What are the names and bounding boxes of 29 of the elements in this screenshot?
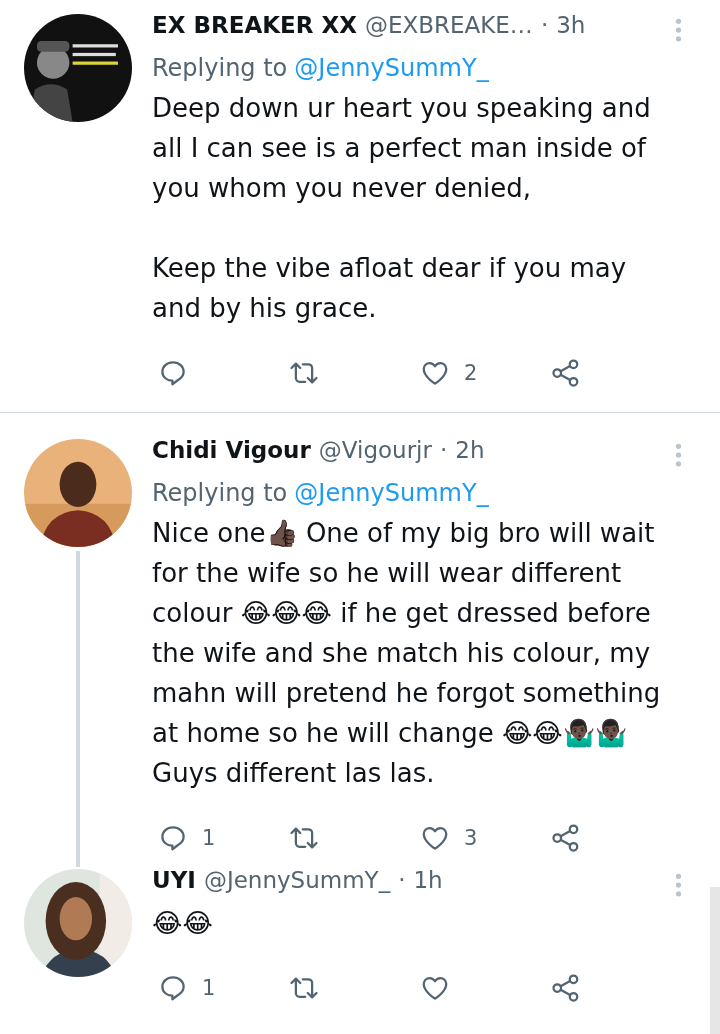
user-name[interactable]: EX BREAKER XX — [152, 12, 357, 38]
user-name[interactable]: UYI — [152, 867, 196, 893]
scrollbar[interactable] — [710, 887, 720, 1034]
tweet-text: Deep down ur heart you speaking and all I can see is a perfect man inside of you whom you never denied, — [152, 92, 652, 205]
share-icon[interactable] — [551, 973, 581, 1003]
share-icon[interactable] — [551, 358, 581, 388]
tweet-text: 😂😂 — [152, 907, 214, 940]
user-name[interactable]: Chidi Vigour — [152, 437, 311, 463]
replying-label: Replying to — [152, 53, 288, 84]
timestamp[interactable]: 2h — [455, 437, 485, 463]
reply-icon[interactable] — [158, 823, 188, 853]
like-count: 2 — [464, 361, 478, 385]
reply-icon[interactable] — [158, 358, 188, 388]
user-handle[interactable]: @EXBREAKE… — [364, 12, 533, 38]
separator-dot: · — [439, 437, 448, 463]
reply-count: 1 — [202, 826, 216, 850]
share-icon[interactable] — [551, 823, 581, 853]
reply-count: 1 — [202, 976, 216, 1000]
separator-dot: · — [540, 12, 549, 38]
like-count: 3 — [464, 826, 478, 850]
user-handle[interactable]: @Vigourjr — [318, 437, 432, 463]
timestamp[interactable]: 3h — [556, 12, 586, 38]
timestamp[interactable]: 1h — [413, 867, 443, 893]
reply-icon[interactable] — [158, 973, 188, 1003]
tweet-text: Nice one👍🏿 One of my big bro will wait for the wife so he will wear different colour 😂😂😂 if he get dressed before the wife and she match his colour, my mahn will pretend he forgot something at home so he will change 😂😂🤷🏿‍♂🤷🏿‍♂ Guys different las las. — [152, 517, 662, 790]
separator-dot: · — [398, 867, 406, 893]
user-handle[interactable]: @JennySummY_ — [203, 867, 391, 893]
replying-label: Replying to — [152, 478, 288, 509]
tweet-text: Keep the vibe afloat dear if you may and by his grace. — [152, 252, 628, 325]
